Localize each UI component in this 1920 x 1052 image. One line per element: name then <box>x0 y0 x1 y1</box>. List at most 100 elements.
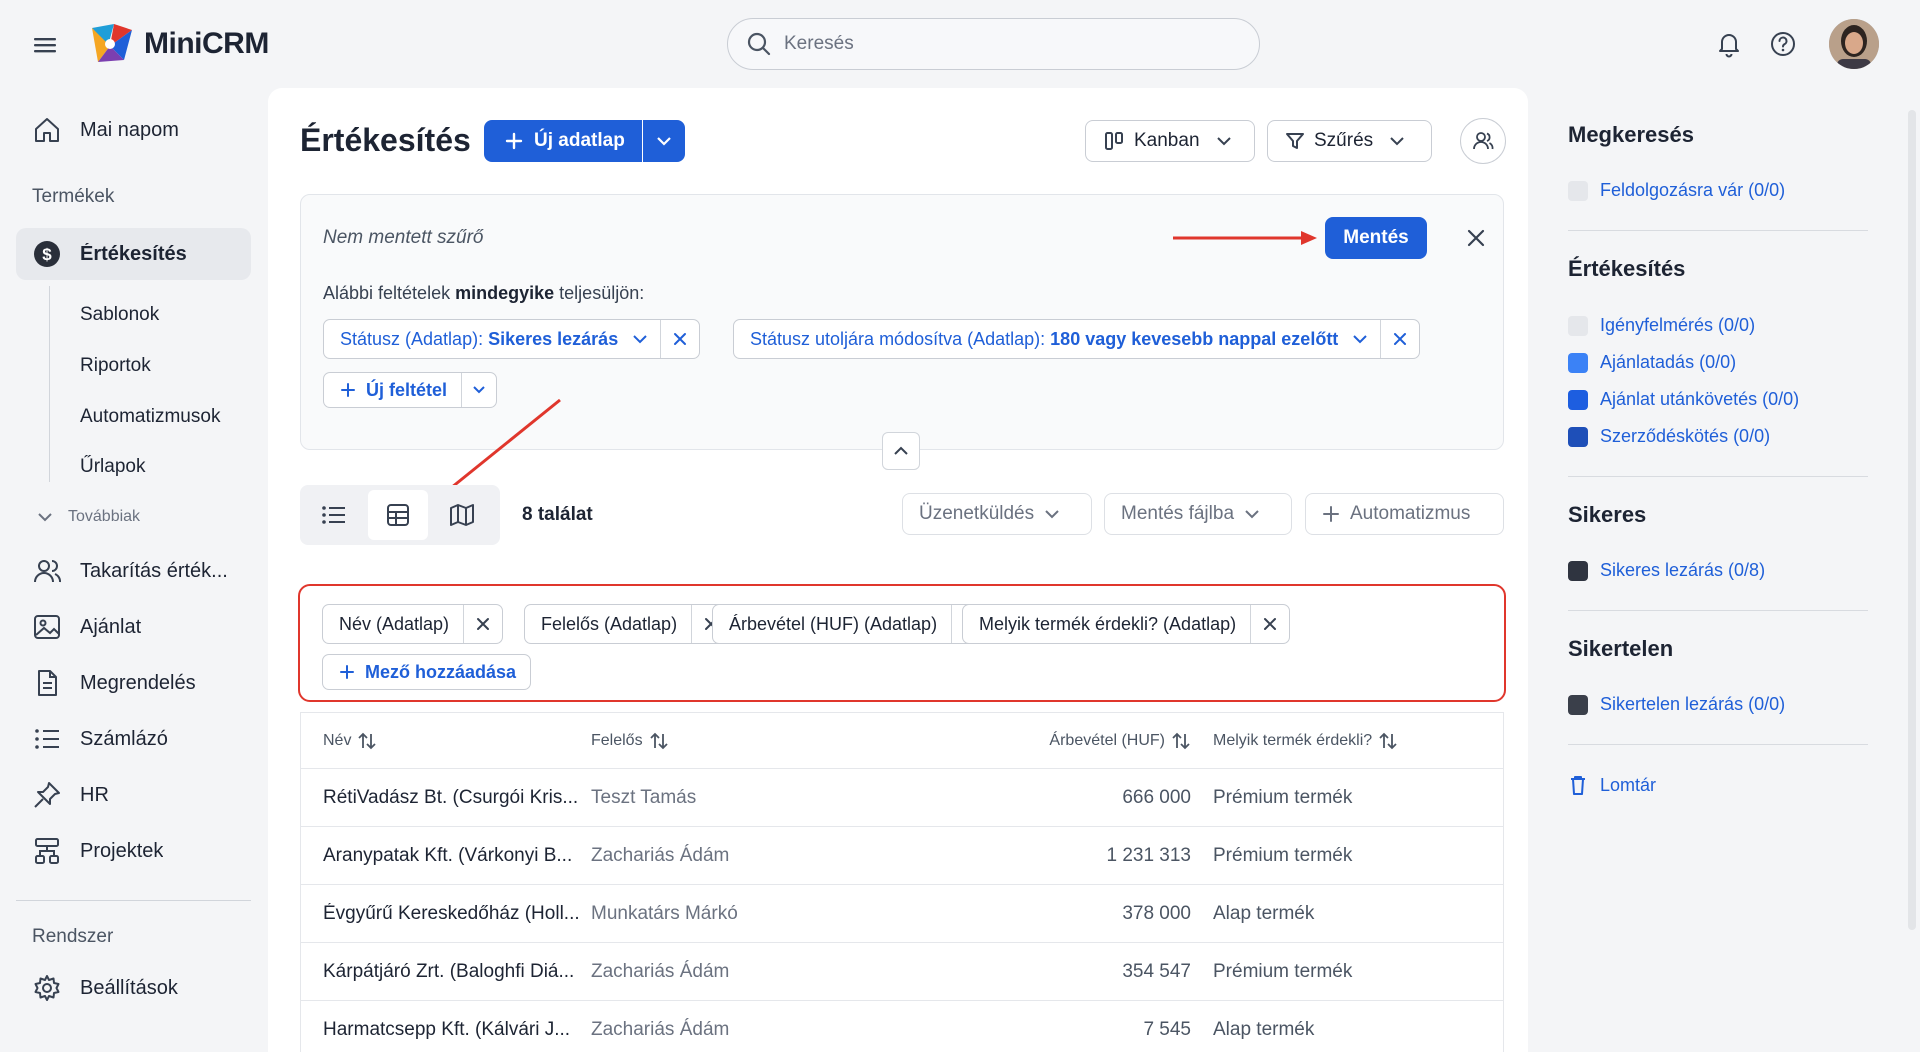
collapse-filter-button[interactable] <box>882 432 920 470</box>
table-row[interactable]: Kárpátjáró Zrt. (Baloghfi Diá... Zachari… <box>300 942 1504 1000</box>
export-button[interactable]: Mentés fájlba <box>1104 493 1292 535</box>
sort-header-name[interactable]: Név <box>323 732 377 750</box>
sidebar-item-invoicing[interactable]: Számlázó <box>16 713 251 765</box>
remove-condition-icon[interactable] <box>1381 320 1419 358</box>
sort-icon <box>1172 732 1190 749</box>
table-view-icon[interactable] <box>368 490 428 540</box>
sidebar-item-order[interactable]: Megrendelés <box>16 657 251 709</box>
filter-chip-text: Státusz utoljára módosítva (Adatlap): 18… <box>734 329 1352 350</box>
sidebar-subitem-forms[interactable]: Űrlapok <box>80 456 145 478</box>
table-row[interactable]: Harmatcsepp Kft. (Kálvári J... Zachariás… <box>300 1000 1504 1052</box>
table-row[interactable]: Évgyűrű Kereskedőház (Holl... Munkatárs … <box>300 884 1504 942</box>
list-view-icon[interactable] <box>304 490 364 540</box>
sidebar-item-hr[interactable]: HR <box>16 769 251 821</box>
cell-name[interactable]: Évgyűrű Kereskedőház (Holl... <box>301 903 591 925</box>
search-box[interactable] <box>727 18 1260 70</box>
document-icon <box>32 668 62 698</box>
svg-text:$: $ <box>42 245 52 264</box>
status-color-swatch <box>1568 180 1588 201</box>
status-color-swatch <box>1568 352 1588 373</box>
table-row[interactable]: RétiVadász Bt. (Csurgói Kris... Teszt Ta… <box>300 768 1504 826</box>
sidebar-subitem-templates[interactable]: Sablonok <box>80 304 159 326</box>
filter-chip-text: Státusz (Adatlap): Sikeres lezárás <box>324 329 632 350</box>
sidebar-item-offer[interactable]: Ajánlat <box>16 601 251 653</box>
field-chip-product[interactable]: Melyik termék érdekli? (Adatlap) <box>962 604 1291 644</box>
sidebar-more-toggle[interactable]: Továbbiak <box>36 508 140 526</box>
status-item[interactable]: Sikeres lezárás (0/8) <box>1568 560 1765 581</box>
sort-header-revenue[interactable]: Árbevétel (HUF) <box>1049 732 1191 750</box>
field-chip-name[interactable]: Név (Adatlap) <box>322 604 504 644</box>
status-item[interactable]: Ajánlat utánkövetés (0/0) <box>1568 389 1799 410</box>
sidebar-item-projects[interactable]: Projektek <box>16 825 251 877</box>
cell-name[interactable]: Aranypatak Kft. (Várkonyi B... <box>301 845 591 867</box>
filter-chip-label: Státusz (Adatlap): <box>340 328 484 349</box>
sidebar-item-home[interactable]: Mai napom <box>16 104 251 156</box>
chevron-up-icon <box>894 446 908 455</box>
filter-chip-status-modified[interactable]: Státusz utoljára módosítva (Adatlap): 18… <box>733 319 1421 359</box>
filter-button[interactable]: Szűrés <box>1267 120 1432 162</box>
cell-owner: Zachariás Ádám <box>591 960 730 982</box>
cond-bold: mindegyike <box>455 283 555 303</box>
remove-field-icon[interactable] <box>464 605 502 643</box>
status-item[interactable]: Ajánlatadás (0/0) <box>1568 352 1736 373</box>
help-icon[interactable] <box>1767 28 1799 60</box>
field-chip-revenue[interactable]: Árbevétel (HUF) (Adatlap) <box>712 604 992 644</box>
status-item[interactable]: Feldolgozásra vár (0/0) <box>1568 180 1785 201</box>
scrollbar[interactable] <box>1908 110 1916 930</box>
automation-button[interactable]: Automatizmus <box>1305 493 1504 535</box>
cell-owner: Zachariás Ádám <box>591 1018 730 1040</box>
sidebar-item-label: Ajánlat <box>80 615 142 638</box>
table-row[interactable]: Aranypatak Kft. (Várkonyi B... Zachariás… <box>300 826 1504 884</box>
status-label: Sikeres lezárás (0/8) <box>1600 560 1766 580</box>
kanban-view-button[interactable]: Kanban <box>1085 120 1255 162</box>
pin-icon <box>32 780 62 810</box>
filter-chip-status[interactable]: Státusz (Adatlap): Sikeres lezárás <box>323 319 701 359</box>
cell-name[interactable]: Kárpátjáró Zrt. (Baloghfi Diá... <box>301 961 591 983</box>
section-label-products: Termékek <box>32 186 115 207</box>
sort-icon <box>358 732 377 749</box>
new-record-dropdown[interactable] <box>643 120 685 162</box>
group-title: Sikertelen <box>1568 636 1674 661</box>
cell-name[interactable]: RétiVadász Bt. (Csurgói Kris... <box>301 787 591 809</box>
sidebar-subitem-reports[interactable]: Riportok <box>80 355 151 377</box>
sidebar-subitem-automations[interactable]: Automatizmusok <box>80 406 220 428</box>
close-filter-icon[interactable] <box>1461 223 1491 253</box>
cell-name[interactable]: Harmatcsepp Kft. (Kálvári J... <box>301 1019 591 1041</box>
remove-condition-icon[interactable] <box>661 320 699 358</box>
sort-header-owner[interactable]: Felelős <box>591 732 669 750</box>
app-logo[interactable]: MiniCRM <box>88 22 269 66</box>
results-count: 8 találat <box>522 504 593 526</box>
sort-header-product[interactable]: Melyik termék érdekli? <box>1213 732 1398 750</box>
plus-icon <box>340 665 354 679</box>
hamburger-menu-icon[interactable] <box>30 32 60 58</box>
image-icon <box>32 612 62 642</box>
remove-field-icon[interactable] <box>1251 605 1289 643</box>
trash-link[interactable]: Lomtár <box>1568 774 1656 796</box>
save-filter-button[interactable]: Mentés <box>1325 217 1427 259</box>
sidebar-item-sales[interactable]: $ Értékesítés <box>16 228 251 280</box>
new-record-button[interactable]: Új adatlap <box>484 120 642 162</box>
messaging-button[interactable]: Üzenetküldés <box>902 493 1092 535</box>
status-item[interactable]: Igényfelmérés (0/0) <box>1568 315 1755 336</box>
automation-label: Automatizmus <box>1350 503 1471 524</box>
sidebar-item-label: HR <box>80 783 109 806</box>
responsible-users-button[interactable] <box>1460 118 1506 164</box>
chevron-down-icon[interactable] <box>1352 334 1368 344</box>
top-bar: MiniCRM <box>0 0 1920 90</box>
hierarchy-icon <box>32 836 62 866</box>
chevron-down-icon[interactable] <box>632 334 648 344</box>
search-input[interactable] <box>784 33 1204 55</box>
users-icon <box>1473 132 1494 150</box>
sidebar-item-cleaning[interactable]: Takarítás érték... <box>16 545 251 597</box>
field-chip-owner[interactable]: Felelős (Adatlap) <box>524 604 732 644</box>
user-avatar[interactable] <box>1829 19 1879 69</box>
sidebar-item-settings[interactable]: Beállítások <box>16 962 251 1014</box>
status-item[interactable]: Szerződéskötés (0/0) <box>1568 426 1770 447</box>
notification-bell-icon[interactable] <box>1713 28 1745 60</box>
add-field-button[interactable]: Mező hozzáadása <box>322 654 532 690</box>
map-view-icon[interactable] <box>432 490 492 540</box>
chevron-down-icon <box>1390 137 1404 146</box>
status-item[interactable]: Sikertelen lezárás (0/0) <box>1568 694 1785 715</box>
list-icon <box>32 724 62 754</box>
cell-revenue: 1 231 313 <box>1106 844 1191 866</box>
